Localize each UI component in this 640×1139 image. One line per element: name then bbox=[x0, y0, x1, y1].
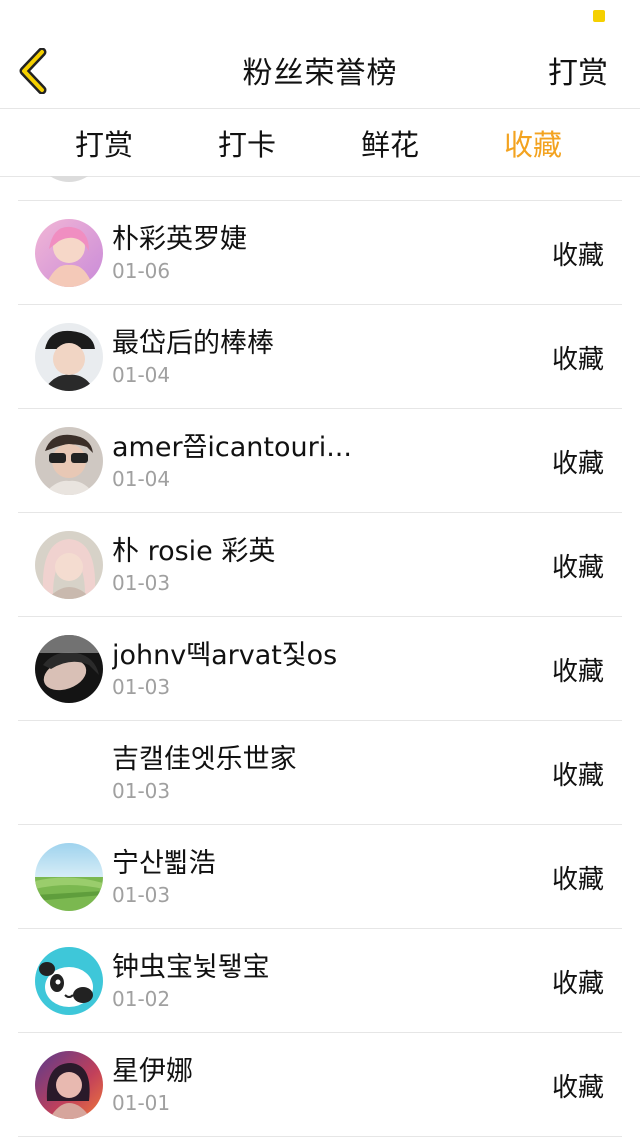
user-name: johnv떽arvat짗os bbox=[112, 640, 338, 671]
list-item[interactable]: 朴彩英罗婕 01-06 收藏 bbox=[0, 201, 640, 305]
favorite-label: 收藏 bbox=[551, 864, 604, 895]
date-label: 01-03 bbox=[112, 571, 171, 595]
avatar[interactable] bbox=[35, 323, 103, 391]
fan-list: 朴彩英罗婕 01-06 收藏 最岱后的棒棒 01-04 收藏 amer쯥ican… bbox=[0, 176, 640, 1139]
user-name: 朴彩英罗婕 bbox=[112, 224, 247, 255]
favorite-label: 收藏 bbox=[551, 448, 604, 479]
avatar[interactable] bbox=[35, 739, 103, 807]
list-item[interactable]: johnv떽arvat짗os 01-03 收藏 bbox=[0, 617, 640, 721]
user-name: 星伊娜 bbox=[112, 1056, 193, 1087]
tab-checkin[interactable]: 打卡 bbox=[187, 109, 307, 176]
list-item[interactable]: 吉캘佳엣乐世家 01-03 收藏 bbox=[0, 721, 640, 825]
favorite-label: 收藏 bbox=[551, 240, 604, 271]
user-name: 宁산뾟浩 bbox=[112, 848, 216, 879]
date-label: 01-06 bbox=[112, 259, 171, 283]
avatar[interactable] bbox=[35, 635, 103, 703]
divider bbox=[18, 1136, 622, 1137]
favorite-label: 收藏 bbox=[551, 968, 604, 999]
date-label: 01-03 bbox=[112, 883, 171, 907]
favorite-label: 收藏 bbox=[551, 552, 604, 583]
avatar[interactable] bbox=[35, 1051, 103, 1119]
tab-reward[interactable]: 打赏 bbox=[44, 109, 164, 176]
user-name: amer쯥icantouri... bbox=[112, 432, 352, 463]
list-item[interactable]: 最岱后的棒棒 01-04 收藏 bbox=[0, 305, 640, 409]
user-name: 钟虫宝뉯됗宝 bbox=[112, 952, 270, 983]
user-name: 吉캘佳엣乐世家 bbox=[112, 744, 297, 775]
user-name: 朴 rosie 彩英 bbox=[112, 536, 276, 567]
tab-bar: 打赏 打卡 鲜花 收藏 bbox=[0, 109, 640, 177]
date-label: 01-04 bbox=[112, 363, 171, 387]
list-item[interactable]: 朴 rosie 彩英 01-03 收藏 bbox=[0, 513, 640, 617]
tab-favorites[interactable]: 收藏 bbox=[473, 109, 593, 176]
reward-button[interactable]: 打赏 bbox=[548, 32, 608, 108]
list-item[interactable]: amer쯥icantouri... 01-04 收藏 bbox=[0, 409, 640, 513]
avatar[interactable] bbox=[35, 427, 103, 495]
list-item[interactable]: 宁산뾟浩 01-03 收藏 bbox=[0, 825, 640, 929]
favorite-label: 收藏 bbox=[551, 656, 604, 687]
date-label: 01-01 bbox=[112, 1091, 171, 1115]
avatar bbox=[36, 176, 102, 182]
favorite-label: 收藏 bbox=[551, 1072, 604, 1103]
user-name: 最岱后的棒棒 bbox=[112, 328, 274, 359]
avatar[interactable] bbox=[35, 219, 103, 287]
avatar[interactable] bbox=[35, 531, 103, 599]
date-label: 01-02 bbox=[112, 987, 171, 1011]
favorite-label: 收藏 bbox=[551, 760, 604, 791]
list-item[interactable]: 星伊娜 01-01 收藏 bbox=[0, 1033, 640, 1137]
avatar[interactable] bbox=[35, 843, 103, 911]
date-label: 01-04 bbox=[112, 467, 171, 491]
list-item[interactable]: 钟虫宝뉯됗宝 01-02 收藏 bbox=[0, 929, 640, 1033]
navigation-bar: 粉丝荣誉榜 打赏 bbox=[0, 32, 640, 109]
status-indicator bbox=[593, 10, 605, 22]
page-title: 粉丝荣誉榜 bbox=[242, 56, 398, 91]
tab-flowers[interactable]: 鲜花 bbox=[330, 109, 450, 176]
date-label: 01-03 bbox=[112, 675, 171, 699]
date-label: 01-03 bbox=[112, 779, 171, 803]
favorite-label: 收藏 bbox=[551, 344, 604, 375]
avatar[interactable] bbox=[35, 947, 103, 1015]
